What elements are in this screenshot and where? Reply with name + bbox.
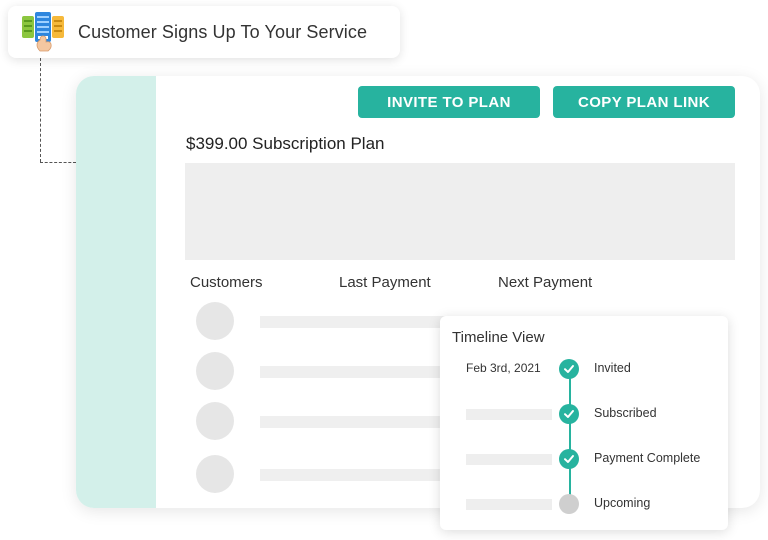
timeline-view-card: Timeline View Feb 3rd, 2021 Invited Subs… (440, 316, 728, 530)
timeline-event: Upcoming (440, 492, 728, 516)
timeline-title: Timeline View (452, 329, 545, 346)
avatar (196, 455, 234, 493)
avatar (196, 302, 234, 340)
timeline-label: Payment Complete (594, 451, 701, 465)
column-header-customers: Customers (190, 274, 263, 291)
avatar (196, 352, 234, 390)
timeline-connector (569, 370, 571, 504)
timeline-date-placeholder (466, 454, 552, 465)
sidebar (76, 76, 156, 508)
timeline-event: Feb 3rd, 2021 Invited (440, 357, 728, 381)
timeline-date: Feb 3rd, 2021 (466, 361, 541, 375)
row-placeholder (260, 366, 460, 378)
timeline-date-placeholder (466, 409, 552, 420)
plan-title: $399.00 Subscription Plan (186, 134, 385, 153)
timeline-date-placeholder (466, 499, 552, 510)
timeline-label: Subscribed (594, 406, 657, 420)
plan-banner-placeholder (185, 163, 735, 260)
timeline-event: Payment Complete (440, 447, 728, 471)
column-header-last-payment: Last Payment (339, 274, 431, 291)
row-placeholder (260, 469, 460, 481)
check-icon (559, 404, 579, 424)
timeline-label: Upcoming (594, 496, 651, 510)
row-placeholder (260, 316, 460, 328)
step-title: Customer Signs Up To Your Service (78, 21, 368, 42)
check-icon (559, 449, 579, 469)
invite-to-plan-button[interactable]: INVITE TO PLAN (358, 86, 540, 118)
check-icon (559, 359, 579, 379)
column-header-next-payment: Next Payment (498, 274, 593, 291)
connector-line (40, 58, 41, 162)
avatar (196, 402, 234, 440)
step-callout: Customer Signs Up To Your Service (8, 6, 400, 58)
timeline-label: Invited (594, 361, 631, 375)
copy-plan-link-button[interactable]: COPY PLAN LINK (553, 86, 735, 118)
row-placeholder (260, 416, 460, 428)
timeline-event: Subscribed (440, 402, 728, 426)
signup-cards-icon (22, 12, 68, 52)
pending-dot-icon (559, 494, 579, 514)
connector-line (40, 162, 76, 163)
